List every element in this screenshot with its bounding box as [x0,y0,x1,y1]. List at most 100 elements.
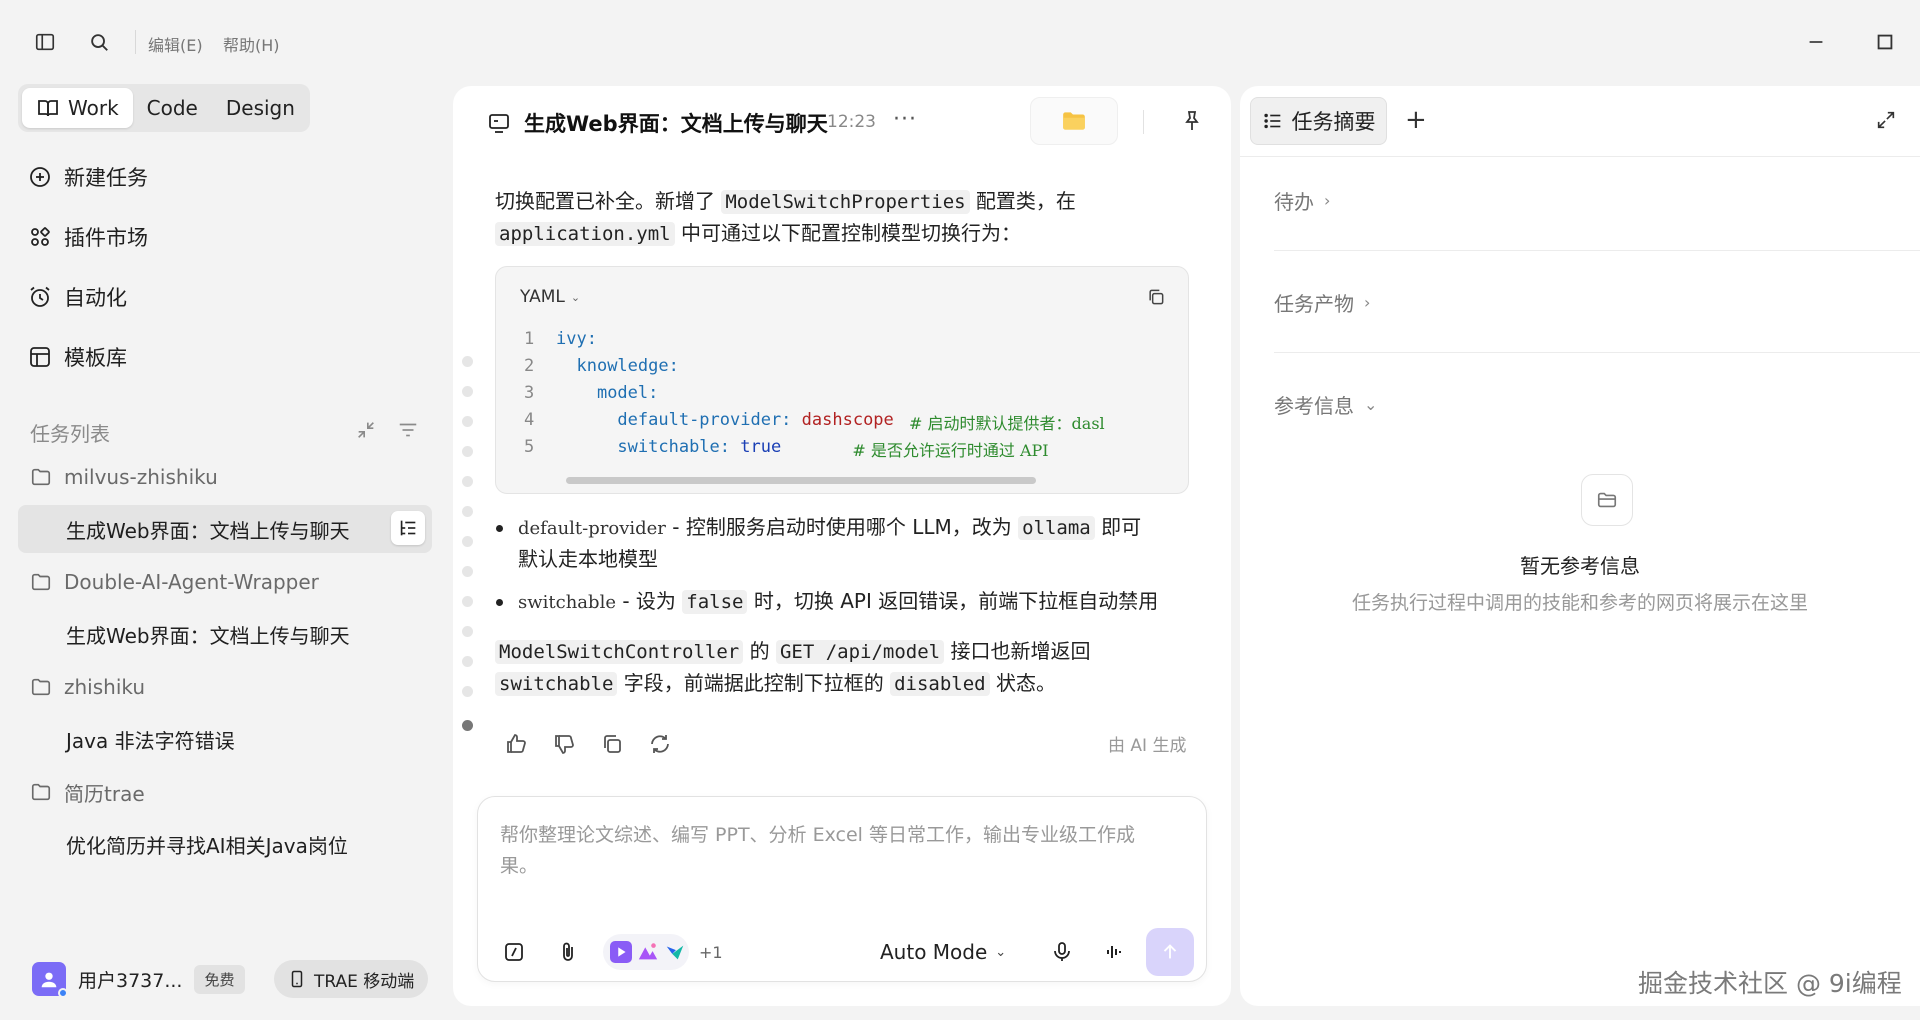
tab-task-summary[interactable]: 任务摘要 [1250,97,1387,145]
code-language-selector[interactable]: YAML ⌄ [520,287,580,307]
task-item[interactable]: Java 非法字符错误 [66,725,235,754]
slash-command-icon[interactable] [502,940,526,964]
expand-icon[interactable] [1875,109,1897,131]
nav-dot[interactable] [462,386,473,397]
nav-automation-label: 自动化 [64,286,127,310]
section-artifacts[interactable]: 任务产物 › [1274,288,1370,317]
user-profile[interactable]: 用户3737... 免费 [32,962,245,998]
code-value: dashscope [791,410,894,430]
menu-edit[interactable]: 编辑(E) [148,32,203,56]
text: 切换配置已补全。新增了 [495,189,722,213]
menu-help[interactable]: 帮助(H) [223,32,280,56]
folder-label: 简历trae [64,781,145,806]
microphone-icon[interactable] [1050,940,1074,964]
code-key: ivy: [556,329,597,349]
task-outline-button[interactable] [391,511,425,545]
mode-label: Auto Mode [880,940,988,964]
phone-icon [288,970,306,988]
folder-icon [30,466,52,488]
copy-icon[interactable] [1146,287,1166,307]
nav-dot[interactable] [462,476,473,487]
book-icon [36,96,60,120]
avatar [32,962,68,998]
chat-title: 生成Web界面：文档上传与聊天 [524,112,828,136]
section-todo[interactable]: 待办 › [1274,186,1330,215]
voice-wave-icon[interactable] [1102,940,1126,964]
nav-new-task[interactable]: 新建任务 [28,161,148,193]
more-options-button[interactable]: ··· [893,107,917,132]
mode-dropdown[interactable]: Auto Mode ⌄ [880,940,1006,964]
text: 默认走本地模型 [518,547,658,571]
line-number: 4 [524,410,535,430]
folder-empty-icon [1596,489,1618,511]
bullet-text: default-provider - 控制服务启动时使用哪个 LLM，改为 ol… [518,512,1198,575]
code-key: switchable: [617,437,731,457]
tab-work[interactable]: Work [22,88,133,128]
plan-badge: 免费 [194,964,245,994]
horizontal-scrollbar[interactable] [566,477,1036,484]
more-plugins-count[interactable]: +1 [699,943,723,962]
copy-icon[interactable] [600,732,624,756]
pin-icon[interactable] [1180,109,1204,133]
thumbs-down-icon[interactable] [552,732,576,756]
mobile-app-button[interactable]: TRAE 移动端 [274,960,429,998]
nav-dot[interactable] [462,356,473,367]
outline-list-icon [397,517,419,539]
nav-dot[interactable] [462,626,473,637]
nav-template-library[interactable]: 模板库 [28,341,127,373]
bullet-item: default-provider - 控制服务启动时使用哪个 LLM，改为 ol… [496,512,1196,574]
nav-dot[interactable] [462,686,473,697]
template-icon [28,345,52,369]
nav-dot[interactable] [462,416,473,427]
nav-dot[interactable] [462,446,473,457]
task-item[interactable]: 生成Web界面：文档上传与聊天 [66,620,350,649]
nav-dot[interactable] [462,566,473,577]
code-line: 3 model: [524,383,1105,410]
folder-item[interactable]: 简历trae [30,777,145,807]
folder-item[interactable]: Double-AI-Agent-Wrapper [30,567,319,597]
nav-plugin-market[interactable]: 插件市场 [28,221,148,253]
folder-item[interactable]: zhishiku [30,672,145,702]
collapse-icon[interactable] [355,419,377,441]
nav-dot[interactable] [462,656,473,667]
message-intro: 切换配置已补全。新增了 ModelSwitchProperties 配置类，在 … [495,186,1175,250]
nav-new-task-label: 新建任务 [64,166,148,190]
username: 用户3737... [78,969,183,992]
section-todo-label: 待办 [1274,190,1314,214]
chevron-right-icon: › [1364,293,1371,312]
task-item[interactable]: 生成Web界面：文档上传与聊天 [66,515,350,544]
inline-code: false [682,590,748,614]
open-folder-button[interactable] [1030,97,1118,145]
nav-dot[interactable] [462,536,473,547]
nav-dot-active[interactable] [462,720,473,731]
nav-automation[interactable]: 自动化 [28,281,127,313]
section-references[interactable]: 参考信息 ⌄ [1274,390,1377,419]
send-button[interactable] [1146,928,1194,976]
chat-input-placeholder[interactable]: 帮你整理论文综述、编写 PPT、分析 Excel 等日常工作，输出专业级工作成果… [500,820,1170,882]
folder-icon [30,571,52,593]
panel-divider [1240,156,1920,157]
nav-dot[interactable] [462,596,473,607]
search-icon[interactable] [88,31,110,53]
thumbs-up-icon[interactable] [504,732,528,756]
nav-dot[interactable] [462,506,473,517]
toolbar-divider [135,30,136,54]
inline-code: application.yml [495,222,675,246]
task-item[interactable]: 优化简历并寻找AI相关Java岗位 [66,830,348,859]
tab-design[interactable]: Design [212,88,309,128]
folder-label: zhishiku [64,675,146,699]
minimize-icon[interactable] [1805,31,1827,53]
chevron-down-icon: ⌄ [570,290,581,304]
add-tab-button[interactable]: + [1405,106,1427,134]
tab-code[interactable]: Code [133,88,212,128]
toggle-sidebar-icon[interactable] [34,31,56,53]
empty-state-title: 暂无参考信息 [1520,554,1640,578]
folder-item[interactable]: milvus-zhishiku [30,462,218,492]
maximize-icon[interactable] [1874,31,1896,53]
filter-icon[interactable] [397,419,419,441]
attachment-icon[interactable] [556,940,580,964]
regenerate-icon[interactable] [648,732,672,756]
